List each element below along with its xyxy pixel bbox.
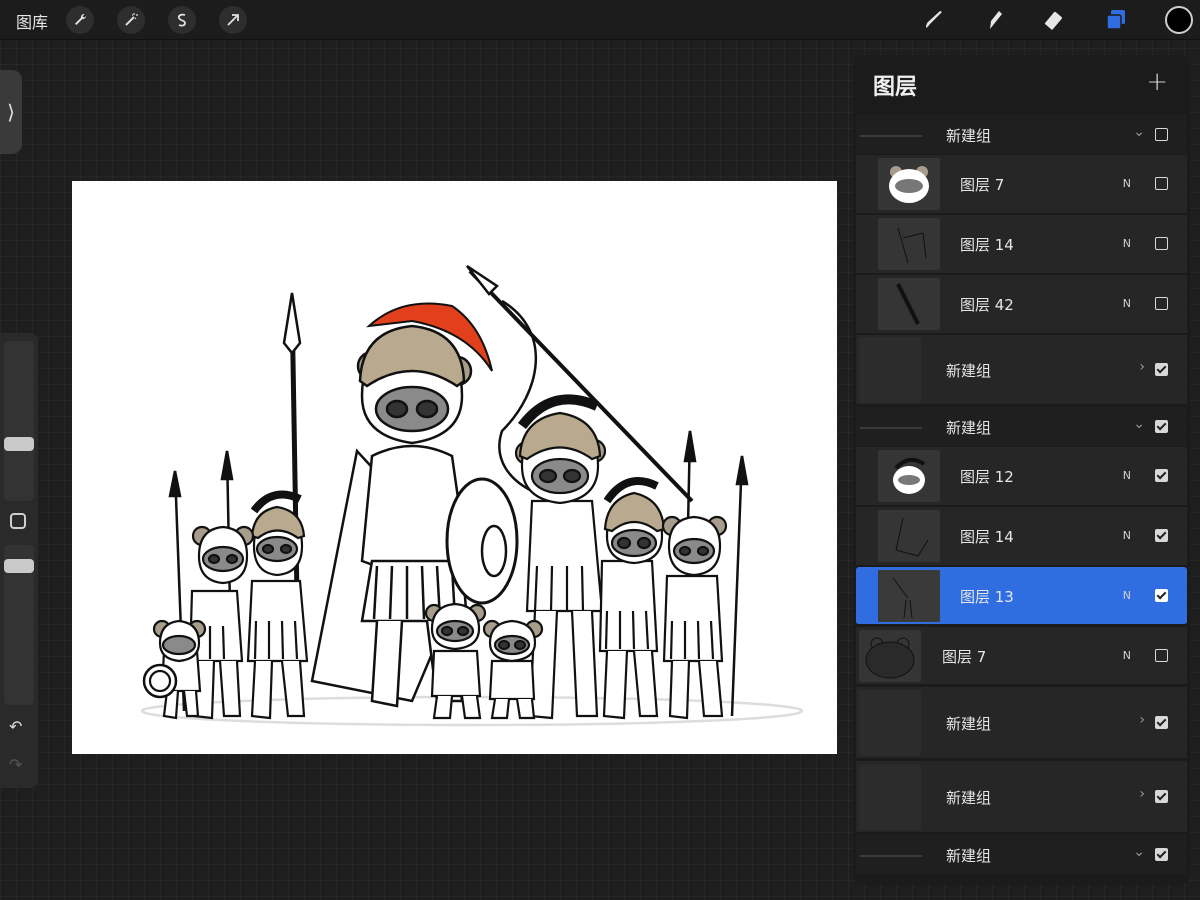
layer-row[interactable]: 图层 7 N [856, 627, 1187, 685]
square-icon[interactable] [10, 513, 26, 529]
group-thumbnail [859, 337, 921, 403]
chevron-right-icon[interactable]: › [1139, 786, 1145, 802]
layer-thumbnail [878, 218, 940, 270]
layer-thumbnail [878, 278, 940, 330]
magic-wand-icon[interactable] [117, 6, 145, 34]
visibility-checkbox[interactable] [1155, 177, 1168, 190]
plus-icon[interactable]: + [1146, 67, 1168, 97]
chevron-right-icon[interactable]: ⟩ [0, 70, 22, 154]
group-label: 新建组 [946, 362, 992, 380]
color-picker-button[interactable] [1165, 6, 1193, 34]
layer-label: 图层 13 [960, 588, 1014, 606]
blend-mode-button[interactable]: N [1123, 469, 1131, 482]
visibility-checkbox[interactable] [1155, 237, 1168, 250]
layer-row[interactable]: 图层 7 N [856, 155, 1187, 214]
group-thumbnail [859, 690, 921, 756]
layer-thumbnail [878, 158, 940, 210]
group-label: 新建组 [946, 789, 992, 807]
blend-mode-button[interactable]: N [1123, 649, 1131, 662]
group-divider [860, 426, 922, 429]
visibility-checkbox[interactable] [1155, 469, 1168, 482]
layer-row[interactable]: 图层 14 N [856, 215, 1187, 274]
wrench-icon[interactable] [66, 6, 94, 34]
eraser-icon[interactable] [1041, 6, 1069, 34]
top-toolbar: 图库 [0, 0, 1200, 40]
chevron-right-icon[interactable]: › [1139, 712, 1145, 728]
raccoon-spartan-warriors [140, 264, 804, 727]
layer-group-row[interactable]: 新建组 ⌄ [856, 835, 1187, 875]
layer-thumbnail [878, 570, 940, 622]
layer-thumbnail [859, 630, 921, 682]
visibility-checkbox[interactable] [1155, 420, 1168, 433]
chevron-down-icon[interactable]: ⌄ [1133, 844, 1145, 860]
layer-row[interactable]: 图层 42 N [856, 275, 1187, 334]
left-sidebar: ↶ ↷ [0, 333, 38, 788]
visibility-checkbox[interactable] [1155, 790, 1168, 803]
layer-thumbnail [878, 510, 940, 562]
opacity-slider[interactable] [4, 545, 34, 705]
visibility-checkbox[interactable] [1155, 297, 1168, 310]
visibility-checkbox[interactable] [1155, 649, 1168, 662]
layer-label: 图层 7 [942, 648, 987, 666]
layer-row[interactable]: 图层 14 N [856, 507, 1187, 566]
brush-size-slider[interactable] [4, 341, 34, 501]
move-arrow-icon[interactable] [219, 6, 247, 34]
layer-label: 图层 14 [960, 236, 1014, 254]
selection-icon[interactable] [168, 6, 196, 34]
redo-icon[interactable]: ↷ [9, 755, 22, 774]
undo-icon[interactable]: ↶ [9, 717, 22, 736]
layer-label: 图层 42 [960, 296, 1014, 314]
layer-label: 图层 7 [960, 176, 1005, 194]
layer-row[interactable]: 图层 12 N [856, 447, 1187, 506]
blend-mode-button[interactable]: N [1123, 237, 1131, 250]
visibility-checkbox[interactable] [1155, 363, 1168, 376]
layer-group-row[interactable]: 新建组 ⌄ [856, 407, 1187, 447]
brush-size-thumb[interactable] [4, 437, 34, 451]
group-thumbnail [859, 764, 921, 830]
group-divider [860, 854, 922, 857]
blend-mode-button[interactable]: N [1123, 297, 1131, 310]
layers-icon[interactable] [1102, 6, 1130, 34]
layer-group-row[interactable]: 新建组 › [856, 761, 1187, 833]
visibility-checkbox[interactable] [1155, 128, 1168, 141]
group-label: 新建组 [946, 847, 992, 865]
chevron-down-icon[interactable]: ⌄ [1133, 124, 1145, 140]
smudge-icon[interactable] [980, 6, 1008, 34]
layers-panel: 图层 + 新建组 ⌄ 图层 7 N 图层 14 N 图层 42 N 新建组 › … [853, 55, 1190, 885]
visibility-checkbox[interactable] [1155, 848, 1168, 861]
group-label: 新建组 [946, 127, 992, 145]
visibility-checkbox[interactable] [1155, 589, 1168, 602]
layer-thumbnail [878, 450, 940, 502]
chevron-right-icon[interactable]: › [1139, 359, 1145, 375]
blend-mode-button[interactable]: N [1123, 177, 1131, 190]
layer-row-selected[interactable]: 图层 13 N [856, 567, 1187, 625]
brush-icon[interactable] [920, 6, 948, 34]
blend-mode-button[interactable]: N [1123, 529, 1131, 542]
blend-mode-button[interactable]: N [1123, 589, 1131, 602]
layer-group-row[interactable]: 新建组 ⌄ [856, 115, 1187, 155]
layer-group-row[interactable]: 新建组 › [856, 335, 1187, 405]
layer-group-row[interactable]: 新建组 › [856, 687, 1187, 759]
layer-label: 图层 12 [960, 468, 1014, 486]
visibility-checkbox[interactable] [1155, 716, 1168, 729]
group-label: 新建组 [946, 419, 992, 437]
panel-title: 图层 [873, 75, 918, 100]
opacity-thumb[interactable] [4, 559, 34, 573]
gallery-button[interactable]: 图库 [16, 9, 48, 33]
chevron-down-icon[interactable]: ⌄ [1133, 416, 1145, 432]
group-label: 新建组 [946, 715, 992, 733]
layer-label: 图层 14 [960, 528, 1014, 546]
drawing-canvas[interactable] [72, 181, 837, 754]
visibility-checkbox[interactable] [1155, 529, 1168, 542]
group-divider [860, 134, 922, 137]
